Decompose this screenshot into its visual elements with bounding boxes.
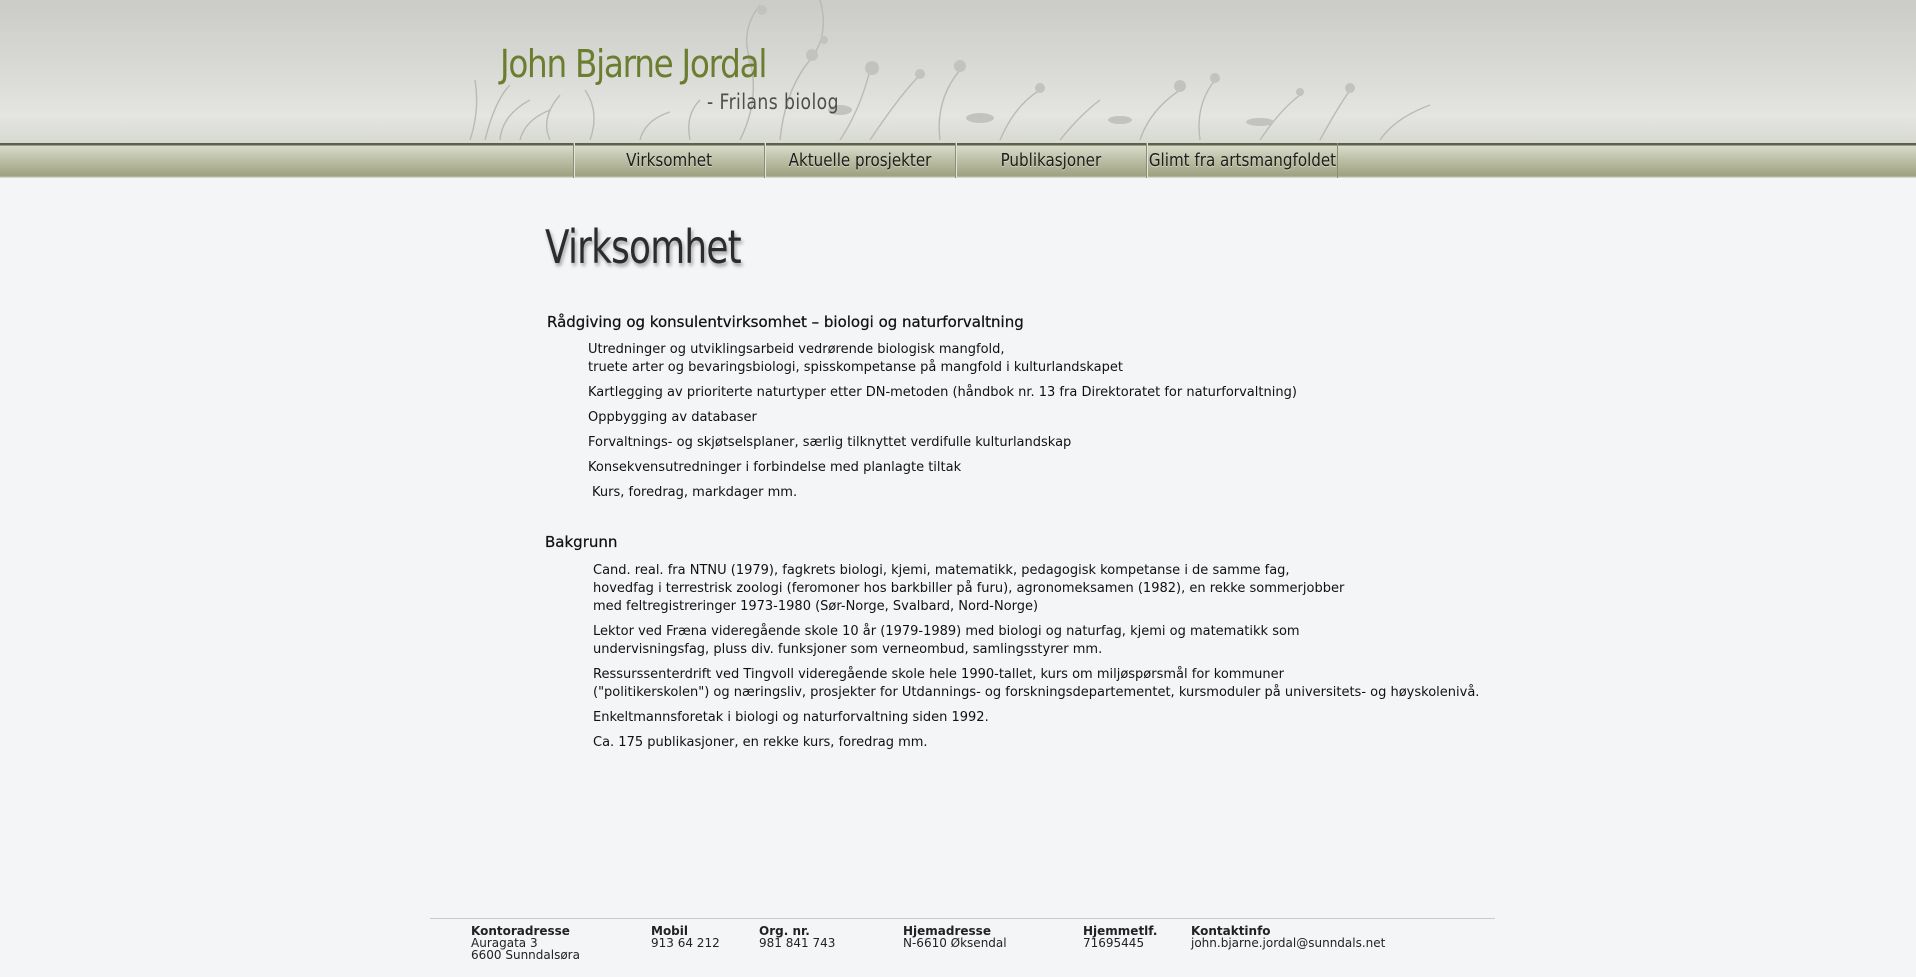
footer-value: 71695445 bbox=[1083, 936, 1145, 950]
list-item: Utredninger og utviklingsarbeid vedrøren… bbox=[588, 342, 1005, 357]
list-item: Ressurssenterdrift ved Tingvoll videregå… bbox=[593, 667, 1284, 682]
footer-value: 6600 Sunndalsøra bbox=[471, 948, 580, 962]
site-subtitle: - Frilans biolog bbox=[707, 90, 839, 114]
footer-org-number: Org. nr. 981 841 743 bbox=[759, 925, 835, 949]
list-item: hovedfag i terrestrisk zoologi (feromone… bbox=[593, 581, 1345, 596]
nav-item-aktuelle-prosjekter[interactable]: Aktuelle prosjekter bbox=[764, 143, 955, 178]
list-item: ("politikerskolen") og næringsliv, prosj… bbox=[593, 685, 1480, 700]
list-item: Lektor ved Fræna videregående skole 10 å… bbox=[593, 624, 1300, 639]
nav-item-publikasjoner[interactable]: Publikasjoner bbox=[955, 143, 1146, 178]
list-item: undervisningsfag, pluss div. funksjoner … bbox=[593, 642, 1103, 657]
list-item: Kurs, foredrag, markdager mm. bbox=[592, 485, 798, 500]
nav-item-label: Publikasjoner bbox=[1000, 150, 1102, 171]
footer-mobile: Mobil 913 64 212 bbox=[651, 925, 720, 949]
nav-item-virksomhet[interactable]: Virksomhet bbox=[573, 143, 764, 178]
list-item: Kartlegging av prioriterte naturtyper et… bbox=[588, 385, 1297, 400]
nav-items: Virksomhet Aktuelle prosjekter Publikasj… bbox=[573, 143, 1338, 178]
list-item: Ca. 175 publikasjoner, en rekke kurs, fo… bbox=[593, 735, 928, 750]
list-item: Konsekvensutredninger i forbindelse med … bbox=[588, 460, 962, 475]
list-item: Cand. real. fra NTNU (1979), fagkrets bi… bbox=[593, 563, 1290, 578]
page-title: Virksomhet bbox=[545, 220, 742, 274]
nav-item-label: Aktuelle prosjekter bbox=[788, 150, 932, 171]
list-item: Enkeltmannsforetak i biologi og naturfor… bbox=[593, 710, 989, 725]
footer-value: 981 841 743 bbox=[759, 936, 836, 950]
list-item: truete arter og bevaringsbiologi, spissk… bbox=[588, 360, 1123, 375]
footer-email-link[interactable]: john.bjarne.jordal@sunndals.net bbox=[1191, 937, 1385, 949]
list-item: med feltregistreringer 1973-1980 (Sør-No… bbox=[593, 599, 1039, 614]
footer-office-address: Kontoradresse Auragata 3 6600 Sunndalsør… bbox=[471, 925, 580, 961]
nav-item-label: Virksomhet bbox=[626, 150, 712, 171]
footer-value: 913 64 212 bbox=[651, 936, 720, 950]
site-title: John Bjarne Jordal bbox=[500, 42, 767, 86]
footer-divider bbox=[430, 918, 1495, 919]
main-nav: Virksomhet Aktuelle prosjekter Publikasj… bbox=[0, 143, 1916, 178]
nav-item-label: Glimt fra artsmangfoldet bbox=[1148, 150, 1336, 171]
footer-value: N-6610 Øksendal bbox=[903, 936, 1007, 950]
footer-contact: Kontaktinfo john.bjarne.jordal@sunndals.… bbox=[1191, 925, 1385, 949]
section-heading-background: Bakgrunn bbox=[545, 533, 618, 551]
section-heading-consulting: Rådgiving og konsulentvirksomhet – biolo… bbox=[547, 313, 1024, 331]
nav-item-glimt-fra-artsmangfoldet[interactable]: Glimt fra artsmangfoldet bbox=[1146, 143, 1338, 178]
list-item: Oppbygging av databaser bbox=[588, 410, 757, 425]
site-header: John Bjarne Jordal - Frilans biolog bbox=[0, 0, 1916, 145]
footer-home-address: Hjemadresse N-6610 Øksendal bbox=[903, 925, 1007, 949]
footer-home-phone: Hjemmetlf. 71695445 bbox=[1083, 925, 1157, 949]
list-item: Forvaltnings- og skjøtselsplaner, særlig… bbox=[588, 435, 1072, 450]
